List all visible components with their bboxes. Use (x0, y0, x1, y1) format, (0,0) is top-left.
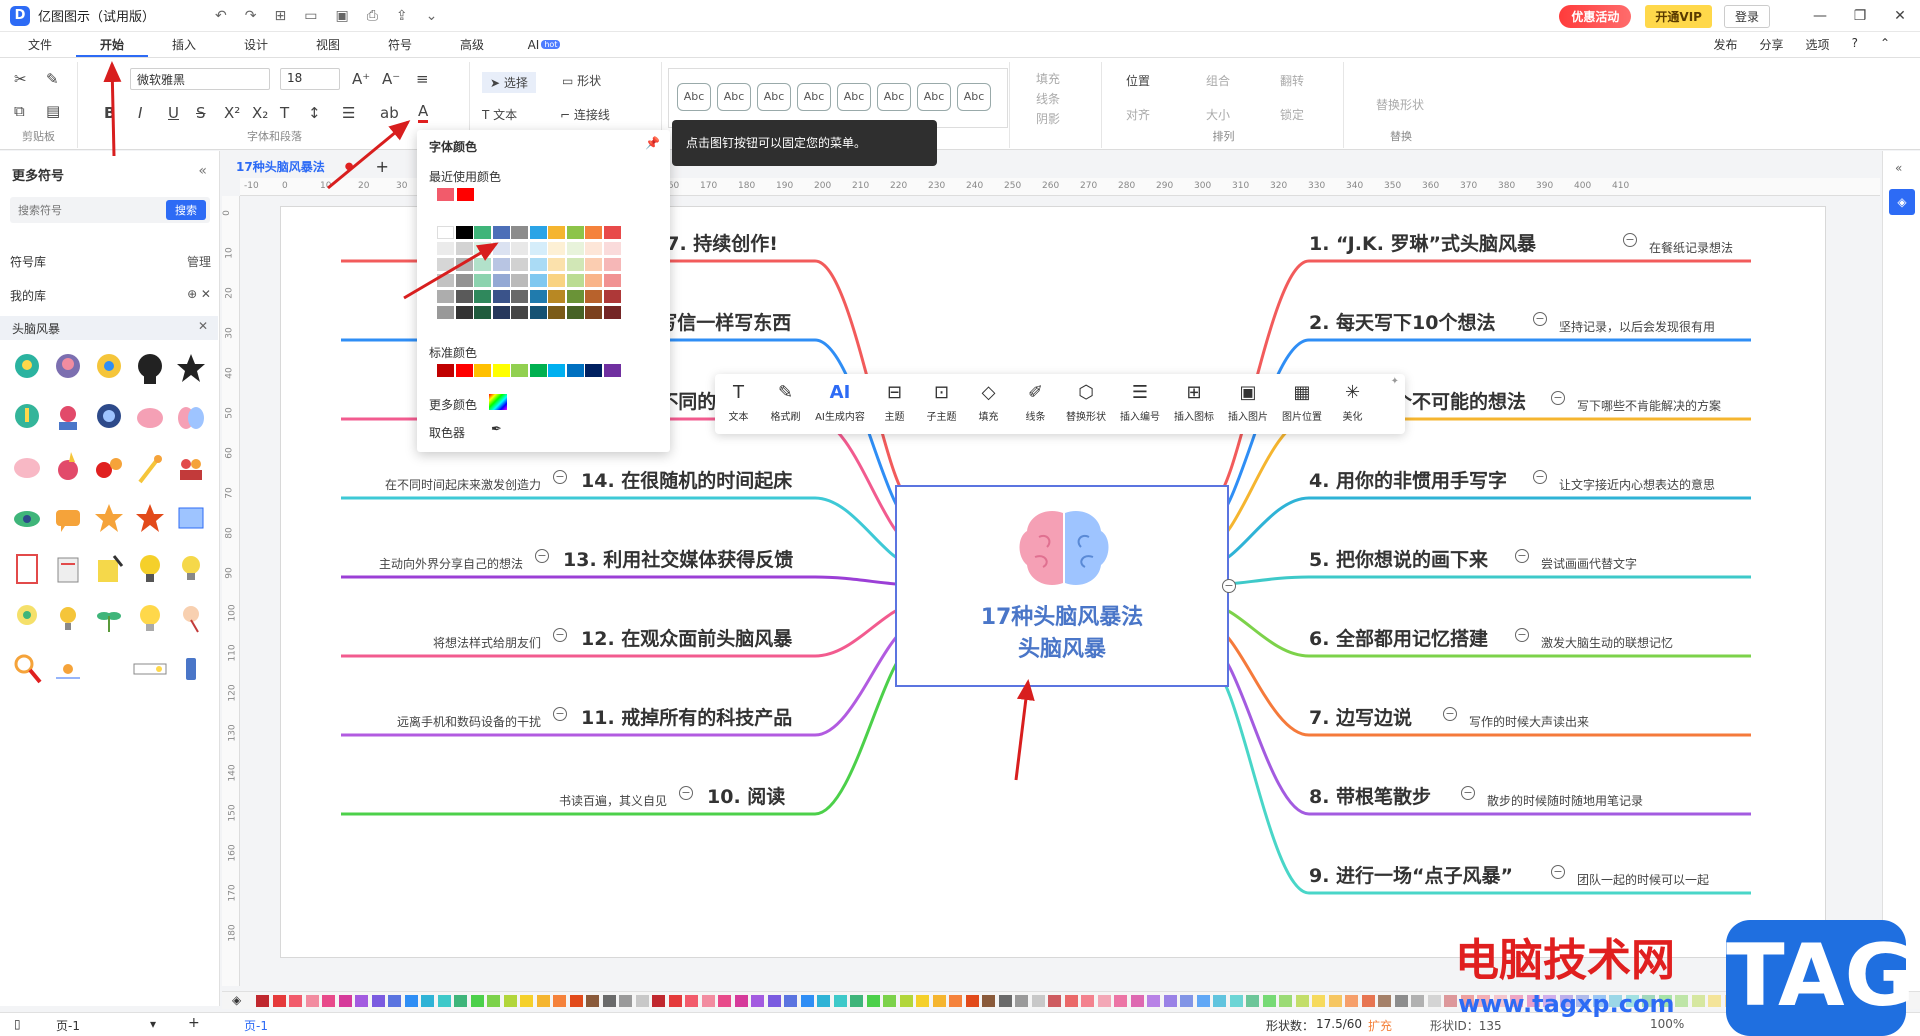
annotation-arrows (103, 61, 1035, 781)
watermark-text: 电脑技术网 (1455, 935, 1675, 986)
arrow-font-color (327, 120, 411, 190)
watermark-tag-logo: TAG (1726, 920, 1915, 1036)
arrow-swatch (403, 242, 499, 300)
arrow-home-tab (103, 61, 122, 157)
arrow-central-topic (1014, 679, 1035, 781)
watermark-url: www.tagxp.com (1458, 990, 1675, 1018)
